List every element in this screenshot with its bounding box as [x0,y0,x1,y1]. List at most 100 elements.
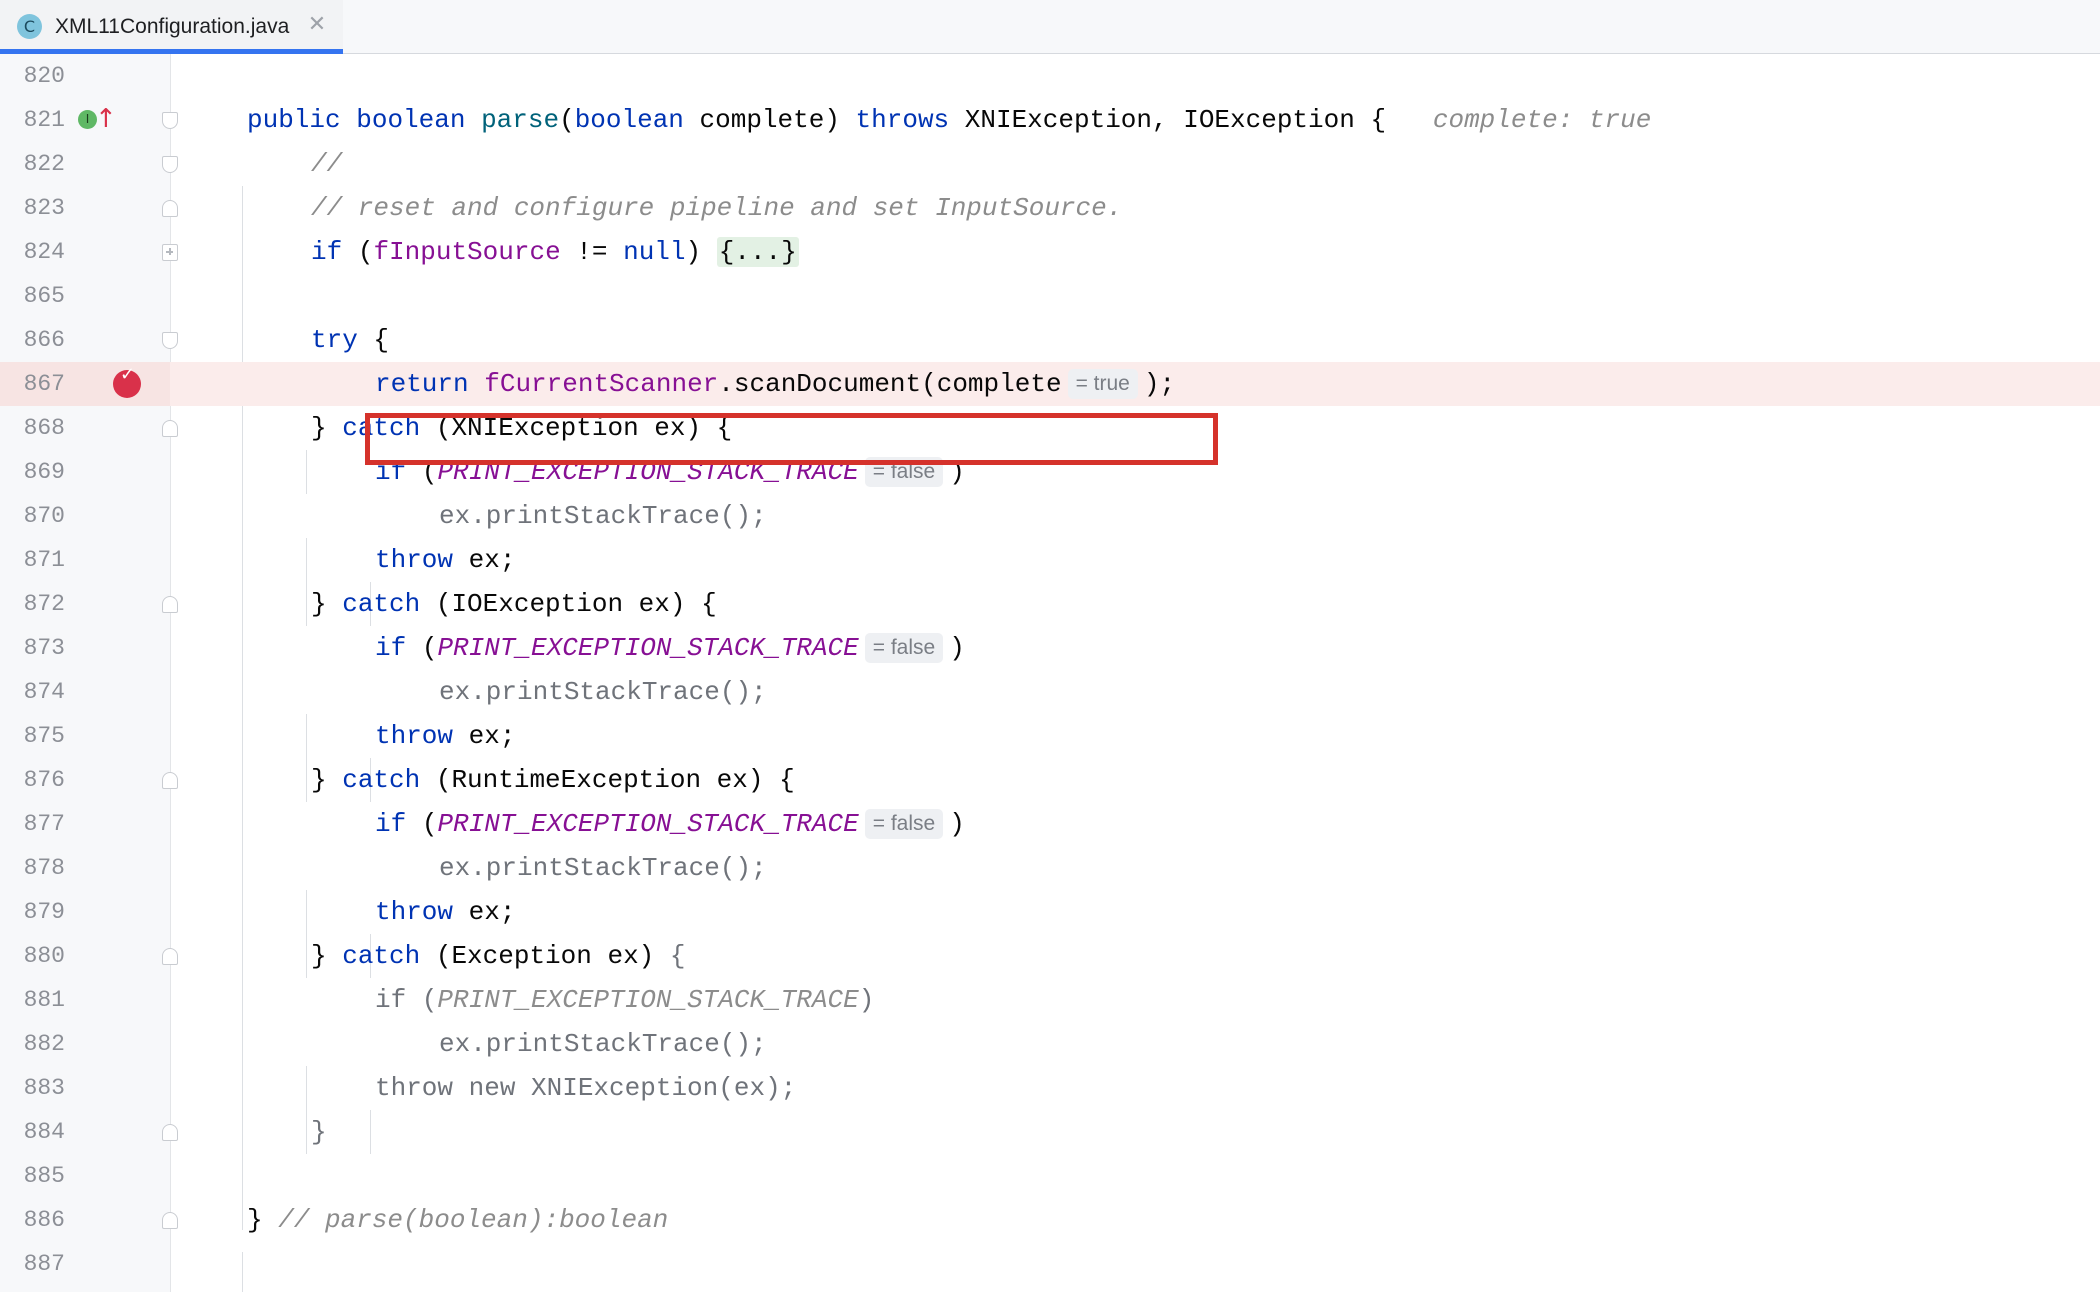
fold-toggle[interactable] [162,1124,178,1141]
code-text: throw ex; [375,714,515,758]
line-number: 880 [23,943,65,969]
tab-xml11configuration[interactable]: C XML11Configuration.java ✕ [0,0,343,54]
code-text: throw new XNIException(ex); [375,1066,796,1110]
line-number: 879 [23,899,65,925]
code-line[interactable]: 880 } catch (Exception ex) { [0,934,2100,978]
code-token: ex.printStackTrace(); [439,501,767,531]
keyword: throws [855,105,950,135]
close-icon[interactable]: ✕ [306,12,328,38]
code-token: } [247,1205,279,1235]
code-line[interactable]: 878 ex.printStackTrace(); [0,846,2100,890]
line-number: 878 [23,855,65,881]
fold-toggle[interactable] [162,948,178,965]
current-execution-line[interactable]: 867 ✓ return fCurrentScanner.scanDocumen… [0,362,2100,406]
field-name: fInputSource [373,237,561,267]
code-line[interactable]: 823 // reset and configure pipeline and … [0,186,2100,230]
keyword: return [375,369,469,399]
field-name: fCurrentScanner [484,369,719,399]
code-text: } catch (IOException ex) { [311,582,717,626]
editor-tab-bar: C XML11Configuration.java ✕ [0,0,2100,54]
fold-toggle[interactable] [162,772,178,789]
fold-toggle[interactable] [162,112,178,129]
code-token: throw new XNIException(ex); [375,1073,797,1103]
line-number: 881 [23,987,65,1013]
keyword: catch [342,765,421,795]
code-line[interactable]: 882 ex.printStackTrace(); [0,1022,2100,1066]
fold-toggle[interactable] [162,332,178,349]
code-line[interactable]: 866 try { [0,318,2100,362]
code-line[interactable]: 879 throw ex; [0,890,2100,934]
line-number: 873 [23,635,65,661]
code-text: return fCurrentScanner.scanDocument(comp… [375,362,1175,406]
comment: // parse(boolean):boolean [278,1205,669,1235]
keyword: catch [342,941,421,971]
code-token: } [311,765,343,795]
line-number: 887 [23,1251,65,1277]
keyword: if [311,237,343,267]
fold-toggle[interactable] [162,156,178,173]
line-number: 869 [23,459,65,485]
checkmark-icon: ✓ [120,364,136,385]
code-line[interactable]: 871 throw ex; [0,538,2100,582]
code-line[interactable]: 870 ex.printStackTrace(); [0,494,2100,538]
fold-toggle[interactable] [162,596,178,613]
code-text: if (fInputSource != null) {...} [311,230,799,274]
code-text: throw ex; [375,890,515,934]
code-line[interactable]: 872 } catch (IOException ex) { [0,582,2100,626]
code-token: != [560,237,624,267]
code-token: (RuntimeException ex) { [420,765,795,795]
code-token: ) [685,237,717,267]
code-line[interactable]: 884 } [0,1110,2100,1154]
constant-name: PRINT_EXCEPTION_STACK_TRACE [437,985,859,1015]
code-line[interactable]: 824 if (fInputSource != null) {...} [0,230,2100,274]
code-line[interactable]: 820 [0,54,2100,98]
line-number: 885 [23,1163,65,1189]
fold-toggle[interactable] [162,420,178,437]
code-line[interactable]: 876 } catch (RuntimeException ex) { [0,758,2100,802]
code-token: } [311,413,343,443]
line-number: 884 [23,1119,65,1145]
code-line[interactable]: 885 [0,1154,2100,1198]
code-text: if (PRINT_EXCEPTION_STACK_TRACE) [375,978,874,1022]
code-text: if (PRINT_EXCEPTION_STACK_TRACE = false) [375,802,965,846]
code-line[interactable]: 877 if (PRINT_EXCEPTION_STACK_TRACE = fal… [0,802,2100,846]
line-number: 883 [23,1075,65,1101]
fold-toggle[interactable] [162,200,178,217]
code-line[interactable]: 865 [0,274,2100,318]
code-line[interactable]: 875 throw ex; [0,714,2100,758]
line-number: 875 [23,723,65,749]
method-name: scanDocument [733,369,922,399]
code-token: if ( [375,985,438,1015]
line-number: 882 [23,1031,65,1057]
code-text: } [311,1110,327,1154]
code-token: ( [559,105,575,135]
code-token: ) [949,809,965,839]
code-line[interactable]: 874 ex.printStackTrace(); [0,670,2100,714]
code-line[interactable]: 821 I ↑ public boolean parse(boolean com… [0,98,2100,142]
line-number: 870 [23,503,65,529]
code-line[interactable]: 873 if (PRINT_EXCEPTION_STACK_TRACE = fal… [0,626,2100,670]
line-number: 820 [23,63,65,89]
keyword: catch [342,589,421,619]
line-number: 822 [23,151,65,177]
expand-fold-toggle[interactable] [162,244,178,261]
debug-inlay-value: = true [1067,369,1138,399]
code-line[interactable]: 881 if (PRINT_EXCEPTION_STACK_TRACE) [0,978,2100,1022]
fold-toggle[interactable] [162,1212,178,1229]
code-line[interactable]: 883 throw new XNIException(ex); [0,1066,2100,1110]
folded-region[interactable]: {...} [716,237,799,267]
keyword: throw [375,897,454,927]
up-arrow-icon[interactable]: ↑ [95,104,117,134]
code-line[interactable]: 886 } // parse(boolean):boolean [0,1198,2100,1242]
code-line[interactable]: 887 [0,1242,2100,1286]
comment: // [311,149,343,179]
code-token: ex.printStackTrace(); [439,853,767,883]
code-text: // reset and configure pipeline and set … [311,186,1122,230]
code-line[interactable]: 822 // [0,142,2100,186]
java-class-icon: C [17,14,42,39]
code-token: } [311,941,343,971]
code-text: try { [311,318,389,362]
code-editor[interactable]: 820 821 I ↑ public boolean parse(boolean… [0,54,2100,1292]
code-text: if (PRINT_EXCEPTION_STACK_TRACE = false) [375,626,965,670]
keyword: public [247,105,341,135]
